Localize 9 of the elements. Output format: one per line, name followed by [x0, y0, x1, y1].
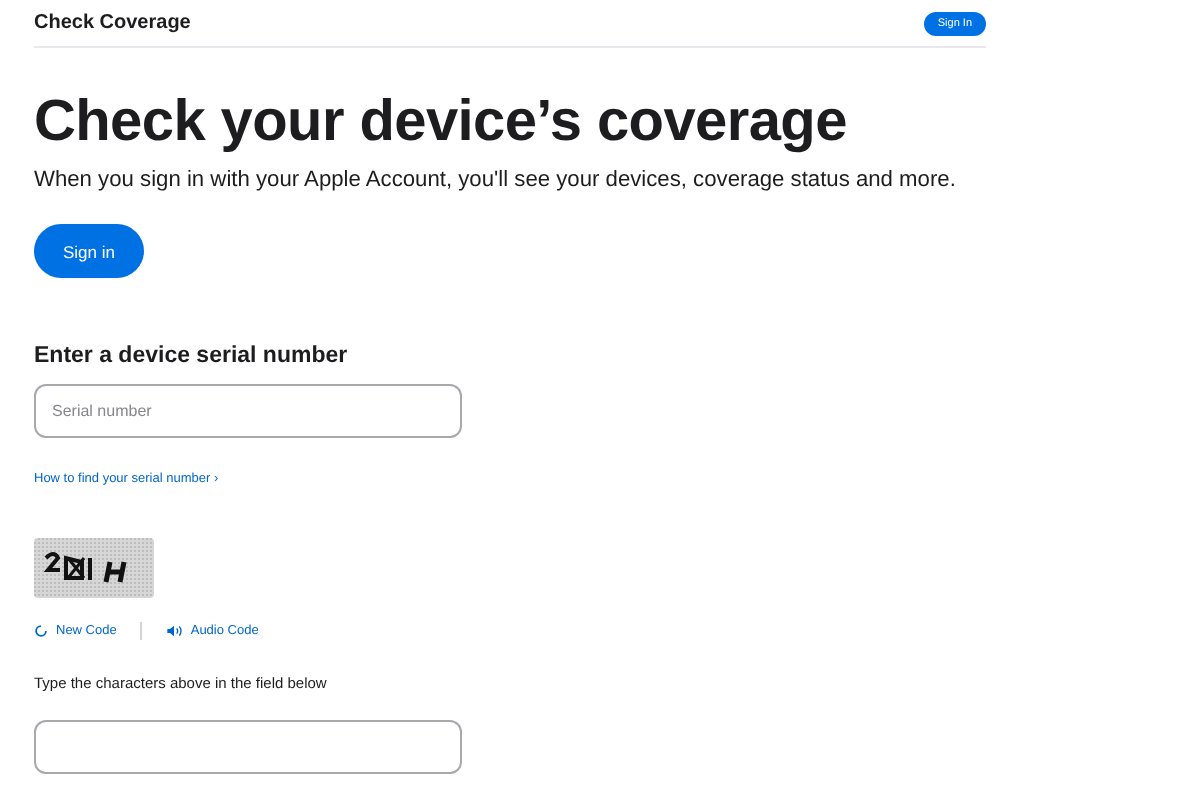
refresh-icon	[34, 624, 48, 638]
sign-in-button[interactable]: Sign in	[34, 224, 144, 278]
speaker-icon	[166, 624, 183, 638]
heading: Check your device’s coverage	[34, 88, 849, 158]
subtitle: When you sign in with your Apple Account, you'll see your devices, coverage status and more.	[34, 166, 956, 194]
serial-number-field[interactable]: Serial number	[34, 384, 462, 438]
captcha-field[interactable]	[34, 720, 462, 774]
page-title: Check Coverage	[34, 12, 191, 34]
section-heading: Enter a device serial number	[34, 344, 350, 368]
